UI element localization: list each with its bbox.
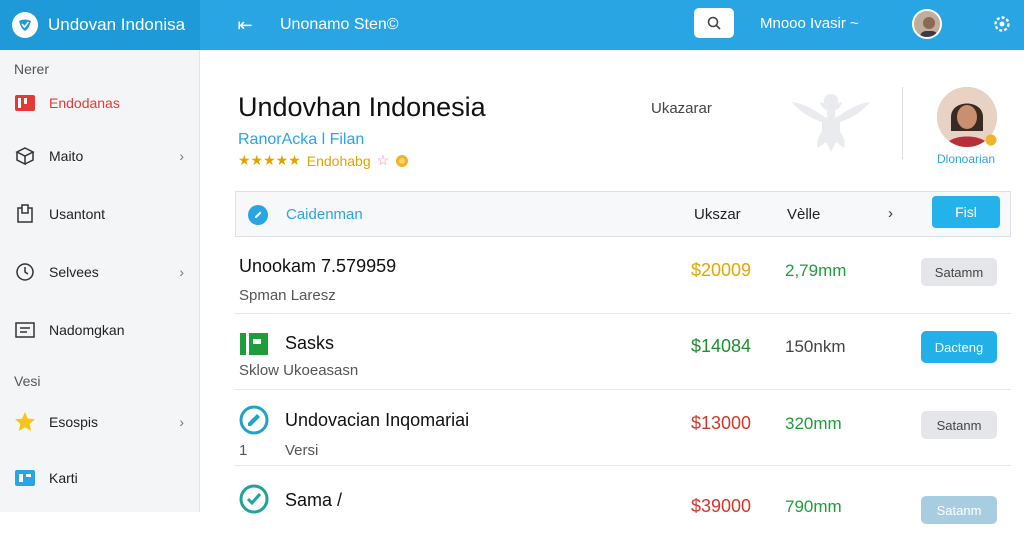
- column-header-ukszar[interactable]: Ukszar: [694, 206, 741, 223]
- row-title: Unookam 7.579959: [239, 256, 397, 276]
- sidebar-item-label: Selvees: [49, 264, 99, 280]
- chevron-right-icon[interactable]: ›: [888, 205, 893, 222]
- top-bar: Undovan Indonisa ⇤ Unonamo Sten© Mnooo I…: [0, 0, 1024, 50]
- pencil-circle-icon: [239, 405, 269, 435]
- green-block-icon: [239, 329, 269, 359]
- brand-logo-icon: [12, 12, 38, 38]
- chevron-right-icon: ›: [179, 264, 184, 280]
- page-subtitle[interactable]: RanorAcka l Filan: [238, 131, 364, 149]
- header-column-label: Ukazarar: [651, 100, 712, 117]
- row-price: $14084: [691, 336, 752, 356]
- chevron-right-icon: ›: [179, 148, 184, 164]
- check-circle-icon: [239, 484, 269, 514]
- main-content: Undovhan Indonesia RanorAcka l Filan ★★★…: [201, 50, 1024, 524]
- row-action-button[interactable]: Satanm: [921, 411, 997, 439]
- row-title: Sasks: [285, 333, 335, 353]
- sidebar-section-main: Nerer: [14, 61, 50, 77]
- star-icon: [14, 411, 36, 433]
- sidebar-item-label: Endodanas: [49, 95, 120, 111]
- edit-circle-icon: [248, 205, 268, 225]
- sidebar-item-label: Karti: [49, 470, 78, 486]
- top-bar-title: Unonamo Sten©: [280, 16, 399, 33]
- table-header: Caidenman Ukszar Vèlle › Fisl: [235, 191, 1011, 237]
- row-price: $13000: [691, 413, 752, 433]
- row-action-button[interactable]: Satamm: [921, 258, 997, 286]
- gear-icon[interactable]: [990, 12, 1014, 36]
- coin-icon: [396, 154, 409, 167]
- row-subtitle: Spman Laresz: [239, 287, 336, 304]
- sidebar-item-label: Esospis: [49, 414, 99, 430]
- row-price: $39000: [691, 496, 752, 516]
- sidebar-item-label: Nadomgkan: [49, 322, 125, 338]
- search-button[interactable]: [694, 8, 734, 38]
- row-subtitle-prefix: 1: [239, 442, 248, 459]
- rating-extra-star-icon: ☆: [376, 152, 390, 168]
- folder-icon: [14, 319, 36, 341]
- sidebar: Nerer Endodanas Maito › Usantont Selvees…: [0, 50, 200, 512]
- user-menu[interactable]: Mnooo Ivasir ~: [760, 15, 859, 32]
- back-arrow-icon[interactable]: ⇤: [234, 15, 256, 36]
- table-row[interactable]: Sasks Sklow Ukoeasasn $14084 150nkm Dact…: [235, 314, 1011, 390]
- rating: ★★★★★ Endohabg ☆: [238, 152, 409, 169]
- sidebar-item-nadomgkan[interactable]: Nadomgkan: [0, 312, 200, 348]
- sidebar-item-selvees[interactable]: Selvees ›: [0, 254, 200, 290]
- table-row[interactable]: Unookam 7.579959 Spman Laresz $20009 2,7…: [235, 238, 1011, 314]
- card-icon: [14, 467, 36, 489]
- flag-icon: [14, 92, 36, 114]
- table-action-button[interactable]: Fisl: [932, 196, 1000, 228]
- row-metric: 150nkm: [785, 337, 846, 356]
- row-title: Sama /: [285, 490, 343, 510]
- row-metric: 2,79mm: [785, 261, 847, 280]
- sidebar-item-label: Maito: [49, 148, 84, 164]
- brand-title: Undovan Indonisa: [48, 15, 186, 34]
- row-action-button[interactable]: Satanm: [921, 496, 997, 524]
- document-icon: [14, 203, 36, 225]
- row-price: $20009: [691, 260, 752, 280]
- rating-stars: ★★★★★: [238, 152, 301, 168]
- row-subtitle: Sklow Ukoeasasn: [239, 362, 359, 379]
- clock-icon: [14, 261, 36, 283]
- sidebar-item-maito[interactable]: Maito ›: [0, 138, 200, 174]
- column-header-velle[interactable]: Vèlle: [787, 206, 820, 223]
- avatar[interactable]: [912, 9, 942, 39]
- search-icon: [707, 16, 721, 30]
- table-row[interactable]: Undovacian Inqomariai 1 Versi $13000 320…: [235, 390, 1011, 466]
- brand[interactable]: Undovan Indonisa: [0, 0, 200, 50]
- row-metric: 790mm: [785, 497, 842, 516]
- sidebar-item-karti[interactable]: Karti: [0, 460, 200, 496]
- page-title: Undovhan Indonesia: [238, 92, 486, 122]
- box-icon: [14, 145, 36, 167]
- rating-label: Endohabg: [306, 152, 371, 169]
- row-title: Undovacian Inqomariai: [285, 410, 470, 430]
- table-row[interactable]: Sama / $39000 790mm Satanm: [235, 466, 1011, 542]
- sidebar-section-secondary: Vesi: [14, 373, 41, 389]
- profile-caption: Dlonoarian: [937, 152, 996, 166]
- row-metric: 320mm: [785, 414, 842, 433]
- sidebar-item-endodanas[interactable]: Endodanas: [0, 85, 200, 121]
- garuda-emblem-icon: [792, 94, 870, 152]
- sidebar-item-usantont[interactable]: Usantont: [0, 196, 200, 232]
- row-action-button[interactable]: Dacteng: [921, 331, 997, 363]
- sidebar-item-label: Usantont: [49, 206, 106, 222]
- chevron-right-icon: ›: [179, 414, 184, 430]
- verified-badge-icon: [985, 134, 997, 146]
- header-divider: [902, 87, 903, 159]
- table-title: Caidenman: [286, 206, 363, 223]
- sidebar-item-esospis[interactable]: Esospis ›: [0, 404, 200, 440]
- row-subtitle: Versi: [285, 442, 319, 459]
